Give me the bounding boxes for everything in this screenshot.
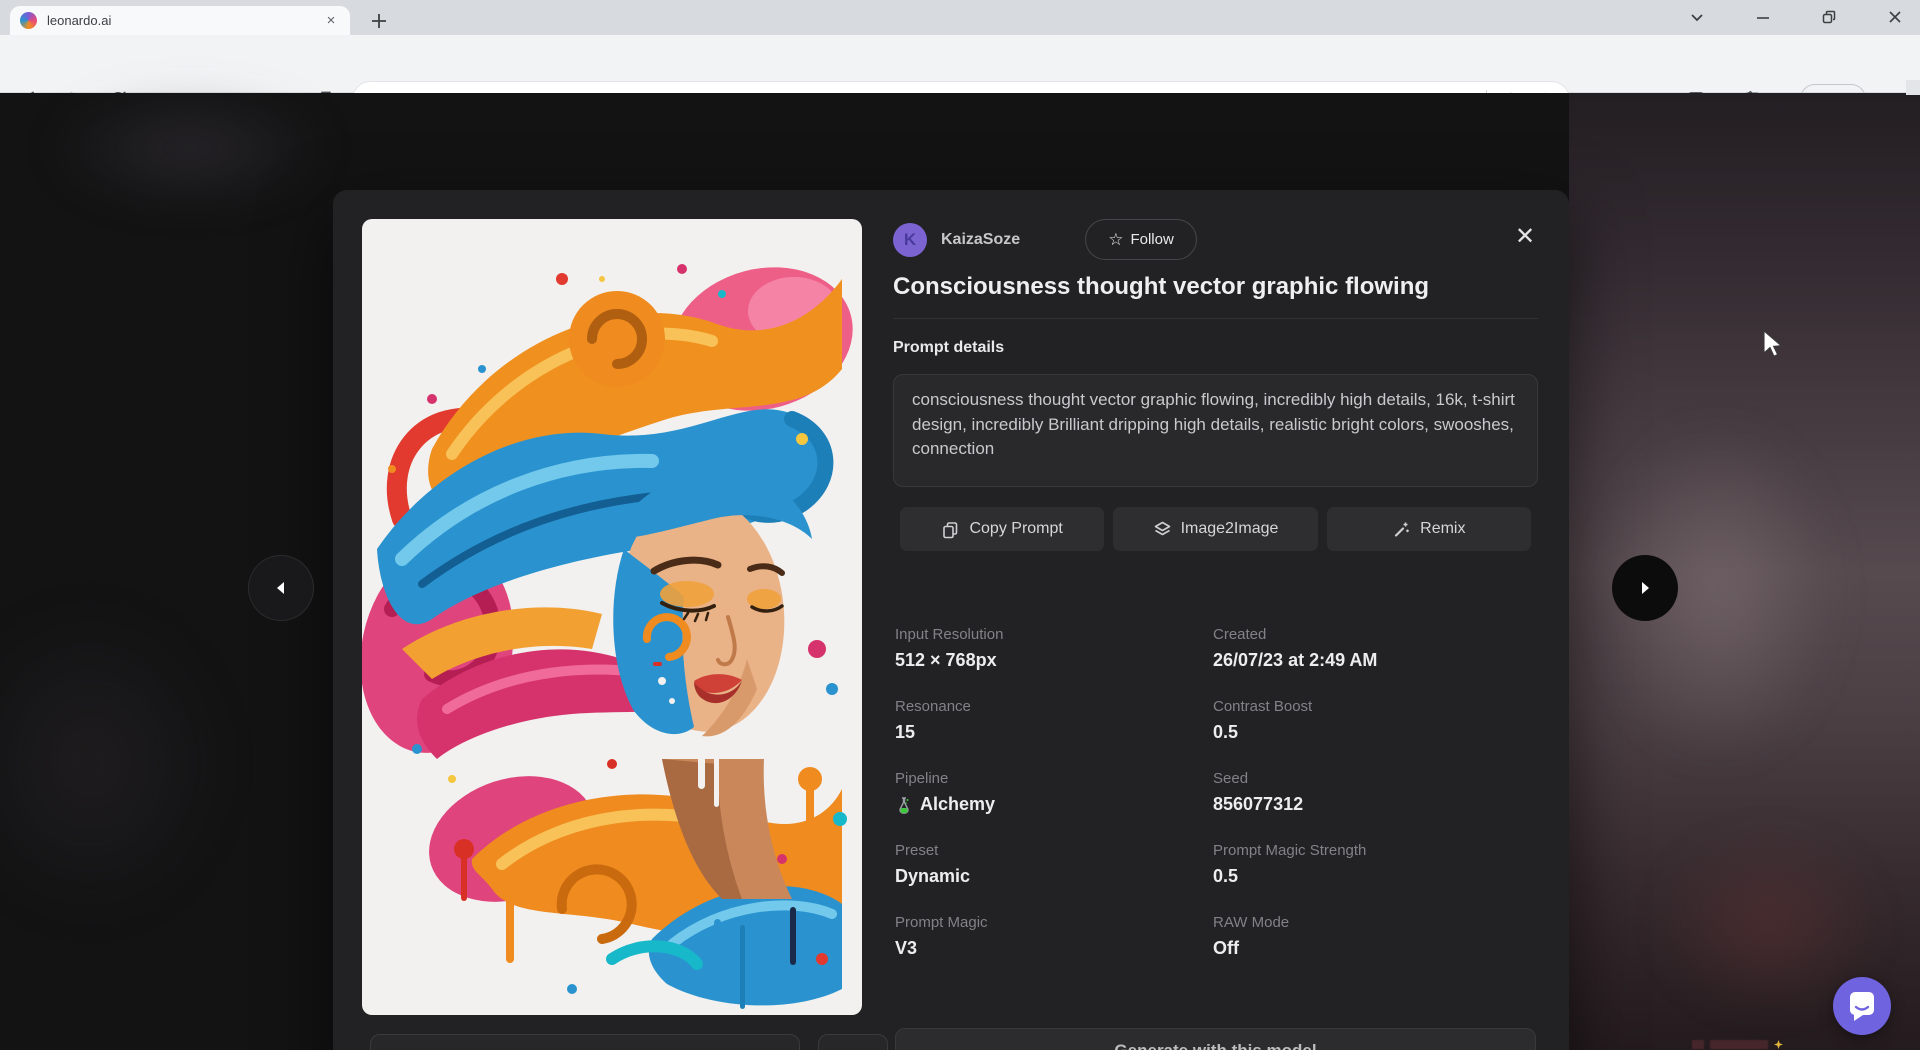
prompt-details-heading: Prompt details: [893, 339, 1004, 357]
detail-label: Input Resolution: [895, 626, 1213, 643]
detail-value: 512 × 768px: [895, 650, 1213, 671]
generated-image: [362, 219, 862, 1015]
detail-value: Off: [1213, 938, 1538, 959]
prompt-text: consciousness thought vector graphic flo…: [912, 388, 1519, 462]
partial-watermark: [1692, 1040, 1842, 1050]
detail-panel: K KaizaSoze ☆ Follow ✕ Consciousness tho…: [893, 190, 1538, 1050]
star-icon: ☆: [1108, 231, 1123, 248]
detail-item: Preset Dynamic: [895, 842, 1213, 887]
detail-value: Alchemy: [920, 794, 995, 815]
detail-item: Prompt Magic Strength 0.5: [1213, 842, 1538, 887]
detail-item: Prompt Magic V3: [895, 914, 1213, 959]
detail-value: 26/07/23 at 2:49 AM: [1213, 650, 1538, 671]
tab-strip: leonardo.ai ×: [0, 0, 1920, 35]
username[interactable]: KaizaSoze: [941, 231, 1020, 249]
wand-icon: [1392, 520, 1411, 539]
detail-value: 15: [895, 722, 1213, 743]
next-image-button[interactable]: [1612, 555, 1678, 621]
leonardo-favicon-icon: [20, 12, 37, 29]
detail-label: Prompt Magic: [895, 914, 1213, 931]
remix-label: Remix: [1420, 520, 1465, 538]
detail-item: Seed 856077312: [1213, 770, 1538, 815]
image-detail-modal: K KaizaSoze ☆ Follow ✕ Consciousness tho…: [333, 190, 1569, 1050]
detail-item: RAW Mode Off: [1213, 914, 1538, 959]
detail-label: Created: [1213, 626, 1538, 643]
image2image-button[interactable]: Image2Image: [1113, 507, 1317, 551]
detail-value: 0.5: [1213, 866, 1538, 887]
divider: [893, 318, 1538, 319]
follow-label: Follow: [1130, 231, 1173, 248]
image-toolbar-partial[interactable]: [818, 1034, 888, 1050]
image2image-label: Image2Image: [1181, 520, 1279, 538]
backdrop-glow: [50, 93, 330, 203]
intercom-chat-button[interactable]: [1833, 977, 1891, 1035]
detail-label: Resonance: [895, 698, 1213, 715]
detail-label: Prompt Magic Strength: [1213, 842, 1538, 859]
detail-value: V3: [895, 938, 1213, 959]
close-modal-button[interactable]: ✕: [1511, 222, 1539, 250]
browser-toolbar: app.leonardo.ai VPN: [0, 35, 1920, 93]
chevron-left-icon: [273, 580, 289, 596]
detail-item: Resonance 15: [895, 698, 1213, 743]
minimize-window-button[interactable]: [1740, 0, 1786, 34]
user-avatar[interactable]: K: [893, 223, 927, 257]
detail-label: Seed: [1213, 770, 1538, 787]
copy-prompt-button[interactable]: Copy Prompt: [900, 507, 1104, 551]
scrollbar-notch: [1906, 80, 1920, 95]
detail-item: Created 26/07/23 at 2:49 AM: [1213, 626, 1538, 671]
detail-value: 856077312: [1213, 794, 1538, 815]
detail-item: Pipeline Alchemy: [895, 770, 1213, 815]
screen: leonardo.ai ×: [0, 0, 1920, 1050]
mouse-cursor: [1762, 330, 1788, 365]
chevron-right-icon: [1637, 580, 1653, 596]
follow-button[interactable]: ☆ Follow: [1085, 219, 1197, 260]
potion-icon: [895, 796, 913, 814]
copy-prompt-label: Copy Prompt: [969, 520, 1062, 538]
layers-icon: [1153, 520, 1172, 539]
restore-window-button[interactable]: [1806, 0, 1852, 34]
prompt-box: consciousness thought vector graphic flo…: [893, 374, 1538, 487]
tab-close-icon[interactable]: ×: [322, 12, 340, 30]
remix-button[interactable]: Remix: [1327, 507, 1531, 551]
tab-search-chevron-icon[interactable]: [1674, 0, 1720, 34]
detail-value: Dynamic: [895, 866, 1213, 887]
detail-label: RAW Mode: [1213, 914, 1538, 931]
detail-value: 0.5: [1213, 722, 1538, 743]
tab-title: leonardo.ai: [47, 13, 322, 28]
new-tab-button[interactable]: [366, 8, 392, 34]
generate-with-model-button[interactable]: Generate with this model: [895, 1028, 1536, 1050]
close-window-button[interactable]: [1872, 0, 1918, 34]
copy-icon: [941, 520, 960, 539]
browser-tab[interactable]: leonardo.ai ×: [10, 6, 350, 35]
detail-item: Contrast Boost 0.5: [1213, 698, 1538, 743]
backdrop-glow: [0, 613, 220, 913]
detail-label: Preset: [895, 842, 1213, 859]
prev-image-button[interactable]: [248, 555, 314, 621]
chat-bubble-icon: [1847, 990, 1877, 1022]
detail-label: Contrast Boost: [1213, 698, 1538, 715]
image-toolbar-partial[interactable]: [370, 1034, 800, 1050]
detail-label: Pipeline: [895, 770, 1213, 787]
detail-item: Input Resolution 512 × 768px: [895, 626, 1213, 671]
generation-details-grid: Input Resolution 512 × 768px Created 26/…: [895, 626, 1538, 959]
generation-title: Consciousness thought vector graphic flo…: [893, 273, 1513, 301]
